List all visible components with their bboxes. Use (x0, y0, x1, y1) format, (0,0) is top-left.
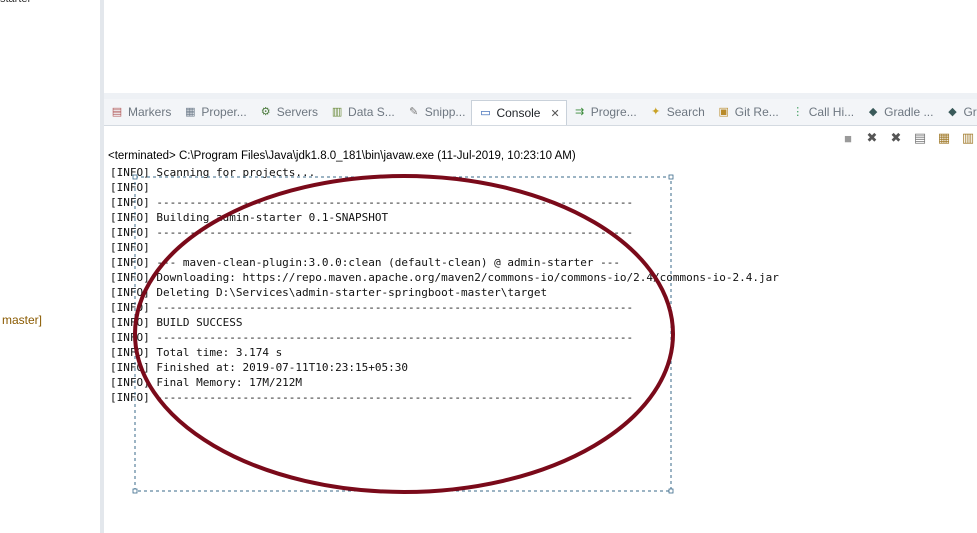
git-repositories-icon: ▣ (718, 106, 729, 118)
tab-progress[interactable]: ⇉ Progre... (567, 99, 643, 125)
tab-label: Git Re... (734, 105, 779, 119)
console-output[interactable]: [INFO] Scanning for projects... [INFO] [IN… (110, 165, 779, 405)
tab-label: Snipp... (424, 105, 466, 119)
gradle-tasks-icon: ◆ (868, 106, 878, 118)
scroll-lock-icon[interactable]: ▦ (935, 129, 953, 147)
servers-icon: ⚙ (260, 106, 271, 118)
terminate-icon[interactable]: ■ (839, 129, 857, 147)
tab-servers[interactable]: ⚙ Servers (253, 99, 324, 125)
close-icon[interactable]: ✕ (550, 107, 559, 120)
tab-label: Progre... (590, 105, 637, 119)
editor-area[interactable] (104, 0, 977, 94)
view-tab-bar: ▤ Markers ▦ Proper... ⚙ Servers ▥ Data S... ✎ Sni… (104, 99, 977, 126)
tab-label: Console (496, 106, 541, 120)
tab-markers[interactable]: ▤ Markers (104, 99, 177, 125)
console-line: [INFO] Total time: 3.174 s (110, 346, 283, 359)
console-line: [INFO] --- maven-clean-plugin:3.0.0:clea… (110, 256, 620, 269)
console-status-line: <terminated> C:\Program Files\Java\jdk1.… (108, 150, 576, 162)
tab-gradle-executions[interactable]: ◆ Gradle (939, 99, 977, 125)
tab-properties[interactable]: ▦ Proper... (177, 99, 252, 125)
tab-label: Data S... (348, 105, 395, 119)
console-line: [INFO] ---------------------------------… (110, 196, 634, 209)
properties-icon: ▦ (185, 106, 196, 118)
console-line: [INFO] (110, 241, 150, 254)
console-line: [INFO] (110, 181, 150, 194)
console-line: [INFO] ---------------------------------… (110, 331, 634, 344)
console-line: [INFO] BUILD SUCCESS (110, 316, 243, 329)
console-toolbar: ■ ✖ ✖ ▤ ▦ ▥ (839, 128, 977, 148)
console-line: [INFO] Downloading: https://repo.maven.a… (110, 271, 779, 284)
console-line: [INFO] Final Memory: 17M/212M (110, 376, 303, 389)
tab-label: Gradle (963, 105, 977, 119)
console-line: [INFO] Scanning for projects... (110, 166, 316, 179)
snippets-icon: ✎ (409, 106, 419, 118)
call-hierarchy-icon: ⋮ (792, 106, 804, 118)
markers-icon: ▤ (111, 106, 123, 118)
console-line: [INFO] Deleting D:\Services\admin-starte… (110, 286, 548, 299)
data-source-icon: ▥ (331, 106, 343, 118)
tab-snippets[interactable]: ✎ Snipp... (401, 99, 472, 125)
console-line: [INFO] ---------------------------------… (110, 391, 634, 404)
tab-label: Gradle ... (884, 105, 934, 119)
tab-search[interactable]: ✦ Search (643, 99, 711, 125)
tab-gradle-tasks[interactable]: ◆ Gradle ... (860, 99, 939, 125)
package-explorer-pane: starter master] (0, 0, 101, 533)
tab-label: Proper... (201, 105, 247, 119)
remove-all-terminated-icon[interactable]: ✖ (887, 129, 905, 147)
console-line: [INFO] ---------------------------------… (110, 301, 634, 314)
tab-label: Servers (276, 105, 319, 119)
tab-label: Search (666, 105, 705, 119)
progress-icon: ⇉ (575, 106, 585, 118)
search-icon: ✦ (651, 106, 661, 118)
tab-data-source[interactable]: ▥ Data S... (324, 99, 401, 125)
tab-git-repositories[interactable]: ▣ Git Re... (711, 99, 785, 125)
tab-call-hierarchy[interactable]: ⋮ Call Hi... (785, 99, 860, 125)
console-view[interactable]: <terminated> C:\Program Files\Java\jdk1.… (104, 148, 977, 533)
word-wrap-icon[interactable]: ▥ (959, 129, 977, 147)
remove-launch-icon[interactable]: ✖ (863, 129, 881, 147)
console-line: [INFO] Finished at: 2019-07-11T10:23:15+… (110, 361, 409, 374)
tab-label: Call Hi... (808, 105, 855, 119)
gradle-executions-icon: ◆ (948, 106, 957, 118)
console-line: [INFO] ---------------------------------… (110, 226, 634, 239)
tab-label: Markers (128, 105, 172, 119)
console-icon: ▭ (480, 107, 491, 119)
console-line: [INFO] Building admin-starter 0.1-SNAPSH… (110, 211, 389, 224)
clear-console-icon[interactable]: ▤ (911, 129, 929, 147)
git-branch-label[interactable]: master] (2, 313, 42, 327)
tab-console[interactable]: ▭ Console ✕ (471, 99, 567, 125)
project-tree-item[interactable]: starter (0, 0, 31, 5)
